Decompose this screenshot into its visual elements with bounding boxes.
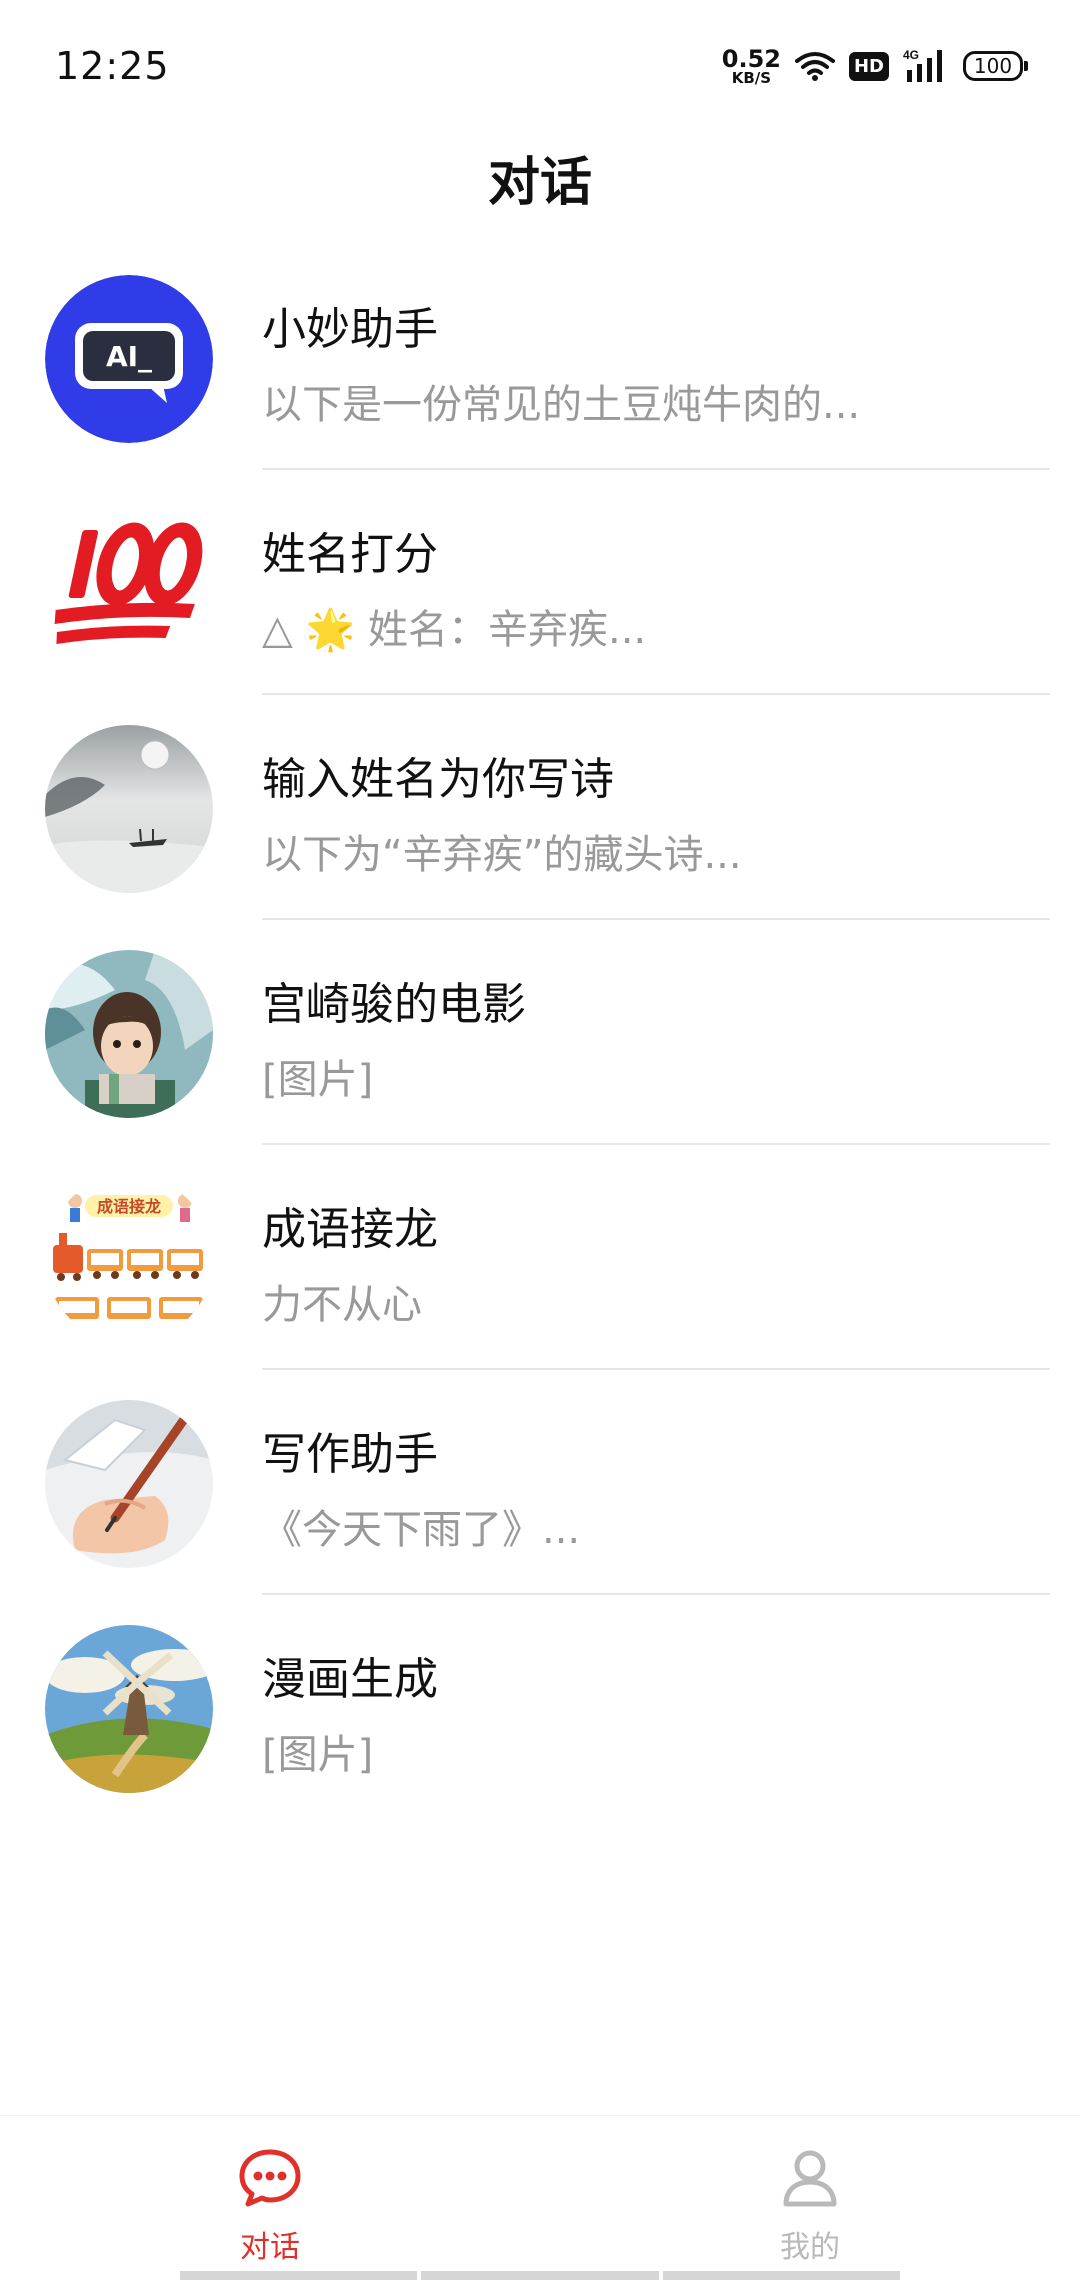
status-time: 12:25 <box>55 44 170 88</box>
network-speed: 0.52 KB/S <box>722 47 781 86</box>
wifi-icon <box>794 52 835 81</box>
chat-item-name-score[interactable]: 姓名打分 △ 🌟 姓名：辛弃疾... <box>0 470 1080 695</box>
chat-name: 输入姓名为你写诗 <box>262 754 614 805</box>
bottom-tab-bar: 对话 我的 <box>0 2115 1080 2281</box>
page-title: 对话 <box>487 153 592 213</box>
anime-girl-avatar <box>45 950 213 1118</box>
svg-text:成语接龙: 成语接龙 <box>97 1197 161 1216</box>
chat-preview: 力不从心 <box>262 1282 422 1328</box>
chat-preview: [图片] <box>262 1732 374 1778</box>
home-indicator <box>180 2271 900 2280</box>
battery-level: 100 <box>963 51 1023 81</box>
chat-name: 姓名打分 <box>262 529 438 580</box>
tab-mine[interactable]: 我的 <box>540 2116 1080 2266</box>
chat-name: 宫崎骏的电影 <box>262 979 526 1030</box>
chat-name: 漫画生成 <box>262 1654 438 1705</box>
chat-name: 成语接龙 <box>262 1204 438 1255</box>
chat-preview: 以下为“辛弃疾”的藏头诗... <box>262 832 742 878</box>
chat-name: 小妙助手 <box>262 304 438 355</box>
chat-preview: 以下是一份常见的土豆炖牛肉的... <box>262 382 861 428</box>
battery-icon: 100 <box>963 51 1028 81</box>
svg-text:AI_: AI_ <box>106 340 152 373</box>
chat-item-writing-assistant[interactable]: 写作助手 《今天下雨了》... <box>0 1370 1080 1595</box>
network-speed-value: 0.52 <box>721 44 781 73</box>
chat-item-name-poem[interactable]: 输入姓名为你写诗 以下为“辛弃疾”的藏头诗... <box>0 695 1080 920</box>
chat-item-comic-generator[interactable]: 漫画生成 [图片] <box>0 1595 1080 1820</box>
chat-item-idiom-chain[interactable]: 成语接龙 成语接龙 力不从心 <box>0 1145 1080 1370</box>
status-bar: 12:25 0.52 KB/S HD 4G 100 <box>0 0 1080 120</box>
chat-preview: 《今天下雨了》... <box>262 1507 581 1553</box>
chat-item-xiaomiao-assistant[interactable]: AI_ 小妙助手 以下是一份常见的土豆炖牛肉的... <box>0 245 1080 470</box>
hd-badge: HD <box>848 51 889 81</box>
ai-bot-avatar: AI_ <box>45 275 213 443</box>
chat-item-miyazaki-movies[interactable]: 宫崎骏的电影 [图片] <box>0 920 1080 1145</box>
person-icon <box>783 2150 837 2207</box>
idiom-train-avatar: 成语接龙 <box>45 1175 213 1343</box>
network-speed-unit: KB/S <box>731 68 772 87</box>
svg-text:4G: 4G <box>903 48 919 62</box>
ink-painting-avatar <box>45 725 213 893</box>
chat-bubble-icon <box>239 2149 301 2207</box>
chat-list: AI_ 小妙助手 以下是一份常见的土豆炖牛肉的... 姓名打分 △ 🌟 姓名：辛… <box>0 245 1080 1820</box>
writing-hand-avatar <box>45 1400 213 1568</box>
chat-preview: [图片] <box>262 1057 374 1103</box>
chat-preview: △ 🌟 姓名：辛弃疾... <box>262 607 647 653</box>
status-icons: 0.52 KB/S HD 4G 100 <box>722 44 1028 88</box>
windmill-landscape-avatar <box>45 1625 213 1793</box>
tab-label: 我的 <box>780 2230 840 2265</box>
tab-label: 对话 <box>240 2230 300 2265</box>
tab-chat[interactable]: 对话 <box>0 2116 540 2266</box>
hundred-points-avatar <box>45 500 213 668</box>
signal-icon: 4G <box>903 48 942 82</box>
chat-name: 写作助手 <box>262 1429 438 1480</box>
